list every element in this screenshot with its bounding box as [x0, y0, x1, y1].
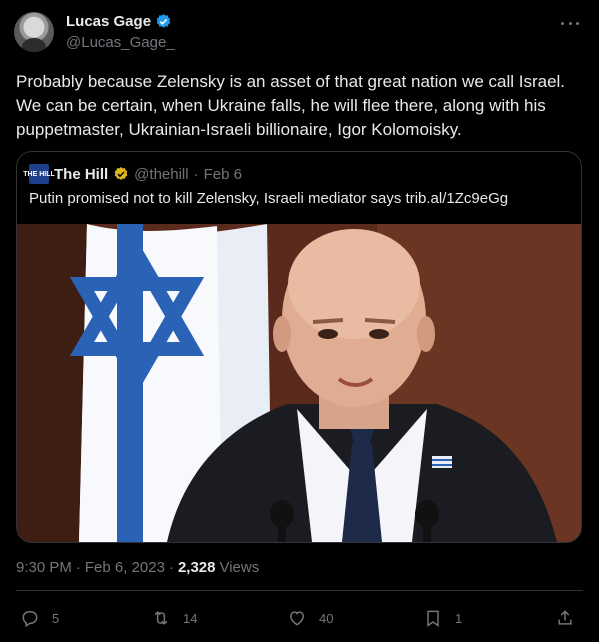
retweet-button[interactable]: 14: [151, 608, 197, 628]
bookmark-button[interactable]: 1: [423, 608, 462, 628]
quoted-handle[interactable]: @thehill: [134, 166, 188, 183]
quoted-header: THE HILL The Hill @thehill · Feb 6: [23, 164, 242, 184]
reply-button[interactable]: 5: [20, 608, 59, 628]
like-count: 40: [319, 610, 334, 626]
author-name-row: Lucas Gage: [66, 13, 172, 30]
share-icon: [558, 610, 572, 625]
quoted-date[interactable]: Feb 6: [204, 166, 242, 183]
quoted-tweet[interactable]: THE HILL The Hill @thehill · Feb 6 Putin…: [16, 151, 582, 543]
like-icon: [289, 611, 305, 626]
quoted-display-name[interactable]: The Hill: [54, 166, 108, 183]
views-label: Views: [219, 559, 260, 576]
action-bar: 5 14 40 1: [0, 600, 599, 636]
divider: [16, 590, 583, 591]
quoted-text: Putin promised not to kill Zelensky, Isr…: [29, 190, 509, 207]
quoted-avatar[interactable]: THE HILL: [23, 164, 55, 184]
tweet-time[interactable]: 9:30 PM: [16, 559, 72, 576]
meta-separator: ·: [168, 559, 174, 576]
verified-badge-icon: [156, 14, 171, 28]
tweet-text: Probably because Zelensky is an asset of…: [16, 72, 566, 139]
views-count: 2,328: [177, 559, 216, 576]
like-button[interactable]: 40: [287, 608, 333, 628]
tweet-date[interactable]: Feb 6, 2023: [85, 559, 165, 576]
quoted-image[interactable]: [17, 224, 581, 542]
tweet-card[interactable]: Lucas Gage @Lucas_Gage_ Probably because…: [0, 0, 599, 642]
reply-icon: [22, 611, 38, 628]
quoted-photo: [17, 224, 581, 542]
quoted-separator: ·: [193, 165, 199, 183]
meta-separator: ·: [75, 559, 81, 576]
reply-count: 5: [52, 610, 60, 626]
tweet-meta: 9:30 PM · Feb 6, 2023 · 2,328 Views: [16, 559, 259, 576]
bookmark-count: 1: [455, 610, 463, 626]
more-icon[interactable]: [559, 14, 581, 32]
author-handle[interactable]: @Lucas_Gage_: [66, 34, 175, 51]
share-button[interactable]: [555, 608, 575, 628]
avatar[interactable]: [14, 12, 54, 52]
author-display-name[interactable]: Lucas Gage: [66, 13, 151, 30]
retweet-icon: [154, 611, 168, 625]
retweet-count: 14: [183, 610, 198, 626]
verified-badge-icon: [114, 167, 128, 180]
bookmark-icon: [427, 610, 439, 627]
